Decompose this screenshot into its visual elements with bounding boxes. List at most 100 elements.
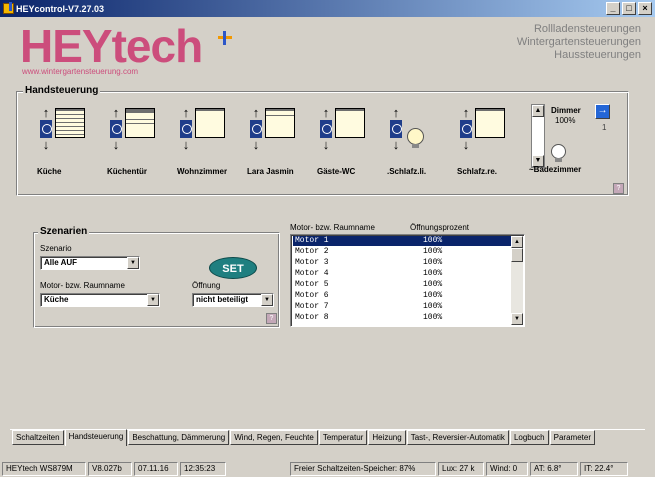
arrow-up-icon[interactable]: ↑ (460, 106, 472, 120)
scenario-select[interactable]: Alle AUF ▼ (40, 256, 140, 270)
list-item-value: 100% (423, 280, 443, 289)
tab-tast-reversier[interactable]: Tast-, Reversier-Automatik (406, 430, 509, 445)
list-item-value: 100% (423, 258, 443, 267)
stop-icon[interactable] (110, 120, 122, 138)
light-bulb-icon (551, 144, 566, 159)
stop-icon[interactable] (460, 120, 472, 138)
list-item-name: Motor 2 (295, 247, 329, 256)
shutter-buttons: ↑ ↓ (109, 106, 123, 156)
handsteuerung-group: Handsteuerung ↑ ↓ Küche ↑ ↓ Küchentür ↑ … (16, 85, 629, 196)
list-item[interactable]: Motor 8 100% (293, 313, 513, 323)
title-bar[interactable]: HEYcontrol-V7.27.03 _ □ × (0, 0, 655, 17)
stop-icon[interactable] (320, 120, 332, 138)
szenarien-title: Szenarien (38, 226, 90, 237)
minimize-button[interactable]: _ (606, 2, 620, 15)
app-icon (3, 2, 14, 14)
shutter-label: Gäste-WC (317, 167, 356, 176)
list-item[interactable]: Motor 6 100% (293, 291, 513, 301)
arrow-down-icon[interactable]: ↓ (460, 138, 472, 152)
light-bulb-base (555, 158, 562, 162)
chevron-down-icon[interactable]: ▼ (127, 257, 139, 269)
tab-logbuch[interactable]: Logbuch (509, 430, 549, 445)
shutter-label: Küchentür (107, 167, 147, 176)
stop-icon[interactable] (390, 120, 402, 138)
list-scrollbar[interactable]: ▲ ▼ (511, 236, 523, 325)
window-pane-icon (55, 108, 85, 138)
tab-handsteuerung[interactable]: Handsteuerung (64, 429, 128, 446)
arrow-down-icon[interactable]: ↓ (40, 138, 52, 152)
dimmer-slider[interactable]: ▲ ▼ (531, 104, 545, 168)
arrow-down-icon[interactable]: ↓ (180, 138, 192, 152)
status-outside-temp: AT: 6.8° (530, 461, 578, 476)
stop-icon[interactable] (250, 120, 262, 138)
arrow-up-icon[interactable]: ↑ (250, 106, 262, 120)
shutter-control: ↑ ↓ Gäste-WC (317, 106, 371, 182)
status-bar: HEYtech WS879M V8.027b 07.11.16 12:35:23… (0, 460, 655, 477)
tab-beschattung[interactable]: Beschattung, Dämmerung (128, 430, 230, 445)
scenario-value: Alle AUF (44, 258, 78, 267)
tagline-line: Wintergartensteuerungen (516, 36, 641, 48)
set-button[interactable]: SET (209, 257, 257, 279)
page-number: 1 (602, 123, 607, 132)
arrow-down-icon[interactable]: ↓ (390, 138, 402, 152)
close-button[interactable]: × (638, 2, 652, 15)
arrow-down-icon[interactable]: ↓ (320, 138, 332, 152)
shutter-label: Schlafz.re. (457, 167, 498, 176)
light-bulb-base (412, 144, 419, 148)
tab-schaltzeiten[interactable]: Schaltzeiten (12, 430, 64, 445)
list-item-value: 100% (423, 269, 443, 278)
maximize-button[interactable]: □ (622, 2, 636, 15)
chevron-down-icon[interactable]: ▼ (147, 294, 159, 306)
list-item[interactable]: Motor 1 100% (293, 236, 513, 246)
list-item-value: 100% (423, 302, 443, 311)
motor-listbox[interactable]: Motor 1 100% Motor 2 100% Motor 3 100% Moto… (290, 234, 525, 327)
tab-temperatur[interactable]: Temperatur (318, 430, 368, 445)
shutter-buttons: ↑ ↓ (249, 106, 263, 156)
scenario-label: Szenario (40, 244, 72, 253)
dimmer-up-button[interactable]: ▲ (532, 105, 544, 117)
opening-label: Öffnung (192, 281, 221, 290)
scroll-down-icon[interactable]: ▼ (511, 313, 523, 325)
list-item[interactable]: Motor 4 100% (293, 269, 513, 279)
logo-plus-icon (218, 31, 232, 45)
chevron-down-icon[interactable]: ▼ (261, 294, 273, 306)
list-item[interactable]: Motor 3 100% (293, 258, 513, 268)
scroll-thumb[interactable] (511, 248, 523, 262)
tab-wind[interactable]: Wind, Regen, Feuchte (230, 430, 318, 445)
arrow-up-icon[interactable]: ↑ (390, 106, 402, 120)
next-page-arrow-icon[interactable]: → (595, 104, 610, 119)
arrow-down-icon[interactable]: ↓ (110, 138, 122, 152)
arrow-up-icon[interactable]: ↑ (180, 106, 192, 120)
shutter-label: Küche (37, 167, 62, 176)
list-item[interactable]: Motor 7 100% (293, 302, 513, 312)
arrow-down-icon[interactable]: ↓ (250, 138, 262, 152)
shutter-control: ↑ ↓ Küchentür (107, 106, 161, 182)
list-item-name: Motor 3 (295, 258, 329, 267)
motor-select[interactable]: Küche ▼ (40, 293, 160, 307)
status-lux: Lux: 27 k (438, 461, 484, 476)
stop-icon[interactable] (180, 120, 192, 138)
scroll-up-icon[interactable]: ▲ (511, 236, 523, 248)
list-item[interactable]: Motor 2 100% (293, 247, 513, 257)
arrow-up-icon[interactable]: ↑ (40, 106, 52, 120)
tagline-line: Haussteuerungen (554, 49, 641, 61)
header: HEYtech www.wintergartensteuerung.com Ro… (0, 17, 655, 87)
shutter-buttons: ↑ ↓ (319, 106, 333, 156)
arrow-up-icon[interactable]: ↑ (110, 106, 122, 120)
help-icon[interactable]: ? (266, 313, 277, 324)
shutter-label: Wohnzimmer (177, 167, 228, 176)
shutter-control: ↑ ↓ Wohnzimmer (177, 106, 231, 182)
stop-icon[interactable] (40, 120, 52, 138)
shutter-control: ↑ ↓ Lara Jasmin (247, 106, 301, 182)
list-header-name: Motor- bzw. Raumname (290, 223, 375, 232)
tab-parameter[interactable]: Parameter (549, 430, 595, 445)
list-item-value: 100% (423, 236, 443, 245)
list-item[interactable]: Motor 5 100% (293, 280, 513, 290)
shutter-control: ↑ ↓ Küche (37, 106, 91, 182)
list-item-name: Motor 4 (295, 269, 329, 278)
window-title: HEYcontrol-V7.27.03 (16, 3, 105, 14)
arrow-up-icon[interactable]: ↑ (320, 106, 332, 120)
tab-heizung[interactable]: Heizung (368, 430, 406, 445)
opening-select[interactable]: nicht beteiligt ▼ (192, 293, 274, 307)
help-icon[interactable]: ? (613, 183, 624, 194)
